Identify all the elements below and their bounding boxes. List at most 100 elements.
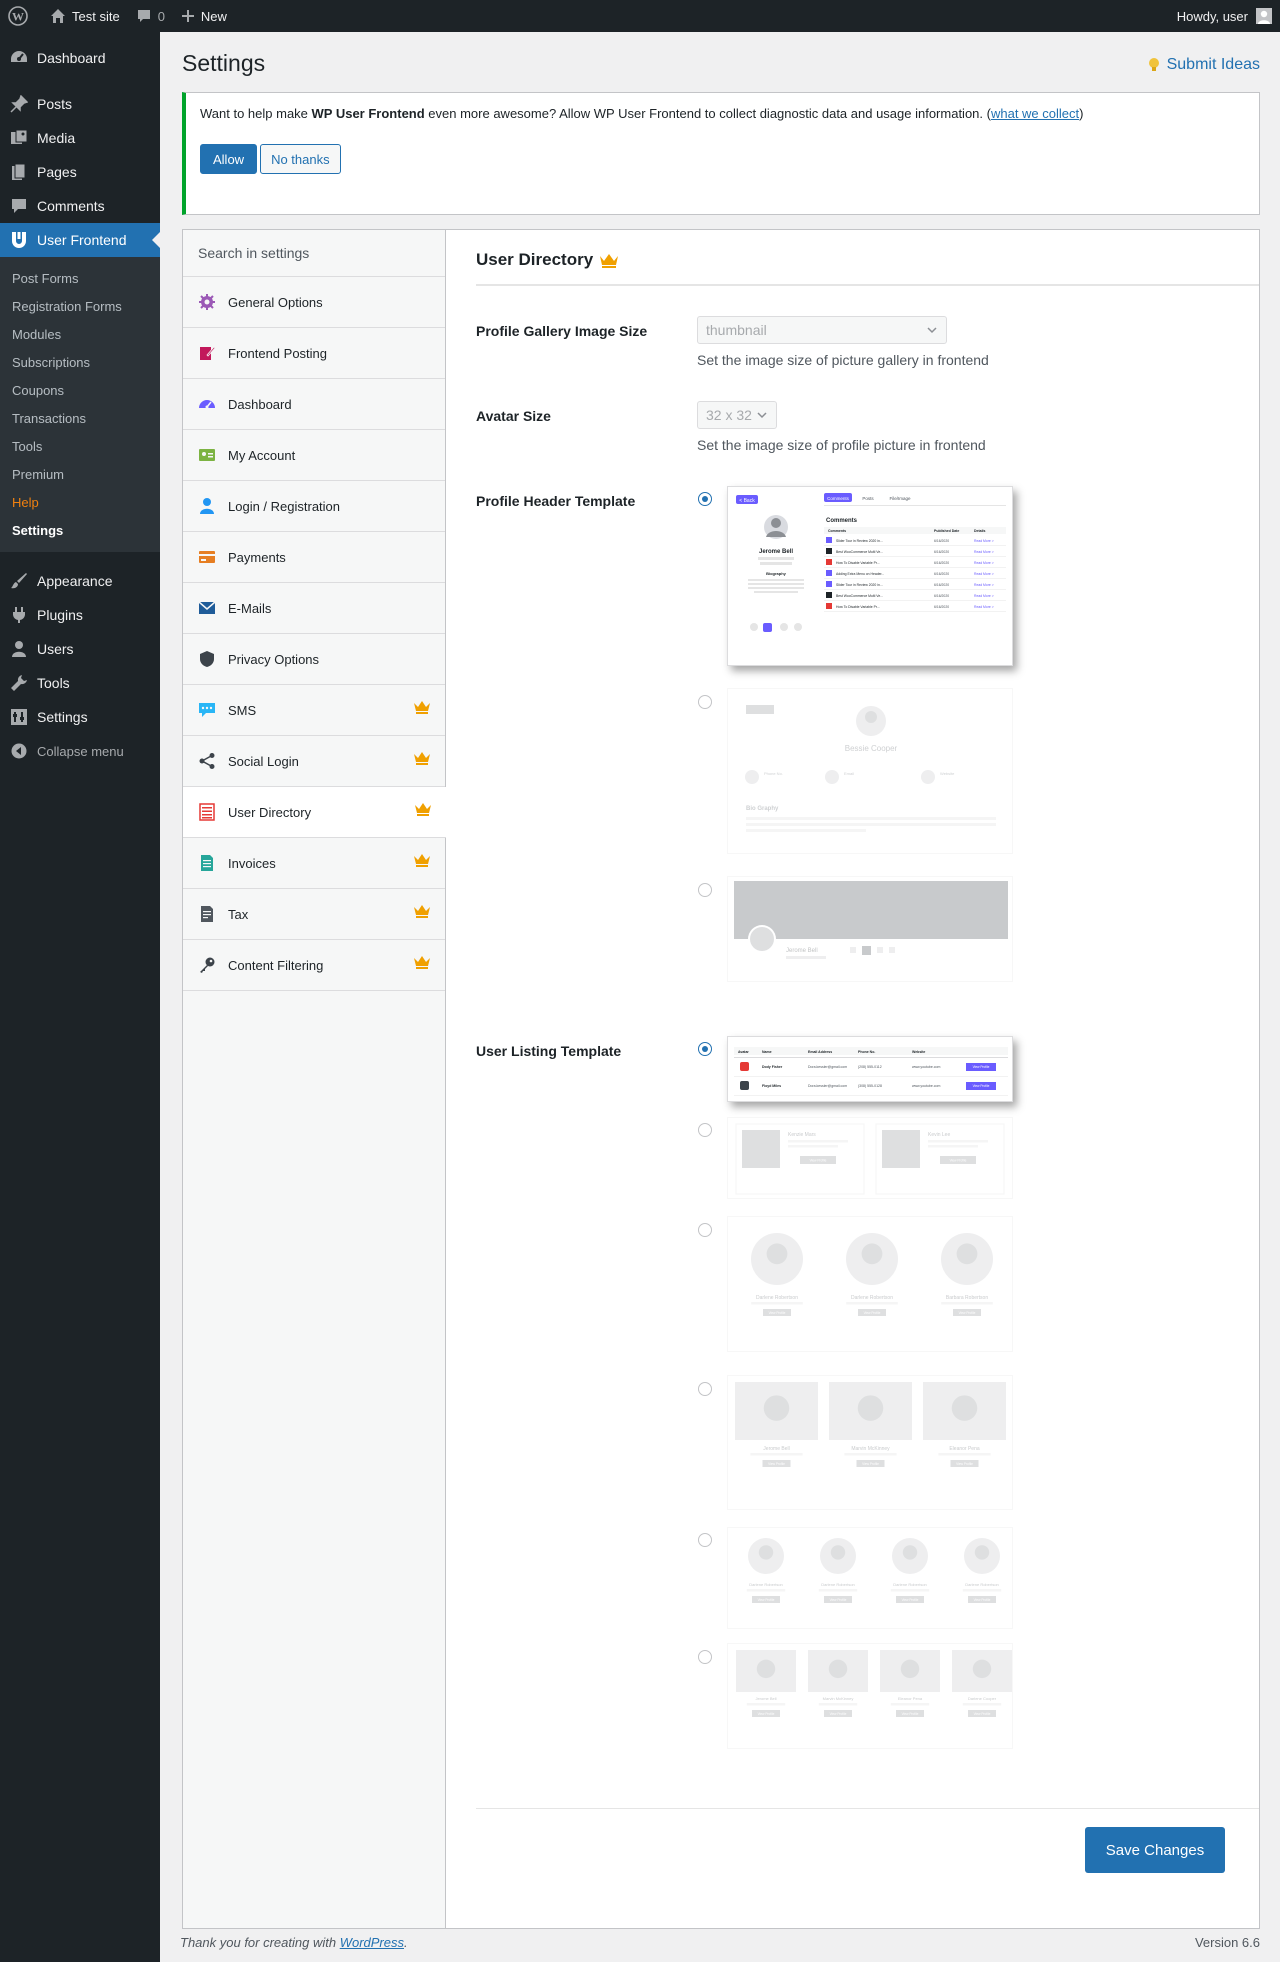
tpl1-col-2: Published Date — [934, 529, 959, 533]
listing-template-1-radio[interactable] — [698, 1042, 712, 1056]
list1-col-header: Website — [912, 1050, 925, 1054]
profile-template-3-radio[interactable] — [698, 883, 712, 897]
wordpress-logo-button[interactable]: W — [0, 0, 42, 32]
settings-nav-item-sms[interactable]: SMS — [183, 685, 445, 736]
menu-comments[interactable]: Comments — [0, 189, 160, 223]
profile-template-2[interactable]: Bessie Cooper Phone No. Email Website Bi… — [727, 688, 1013, 854]
site-name-link[interactable]: Test site — [42, 0, 128, 32]
submenu-modules[interactable]: Modules — [0, 320, 160, 348]
settings-search-input[interactable]: Search in settings — [183, 230, 445, 277]
menu-user-frontend[interactable]: User Frontend — [0, 223, 160, 257]
tpl1-row-date: 6/16/2020 — [934, 539, 949, 543]
listing-template-1[interactable]: Avatar Name Email Address Phone No. Website … — [727, 1036, 1013, 1102]
invoice-icon — [198, 854, 216, 872]
submenu-post-forms[interactable]: Post Forms — [0, 264, 160, 292]
tpl2-bio: Bio Graphy — [746, 806, 779, 812]
listing-template-2-radio[interactable] — [698, 1123, 712, 1137]
settings-nav-item-dashboard[interactable]: Dashboard — [183, 379, 445, 430]
row-thumb — [826, 581, 832, 587]
collapse-icon — [9, 741, 29, 761]
listing-template-4-radio[interactable] — [698, 1382, 712, 1396]
settings-nav-item-e-mails[interactable]: E-Mails — [183, 583, 445, 634]
settings-nav-item-login-registration[interactable]: Login / Registration — [183, 481, 445, 532]
footer-thanks-before: Thank you for creating with — [180, 1935, 340, 1950]
submenu-help[interactable]: Help — [0, 488, 160, 516]
settings-nav-item-social-login[interactable]: Social Login — [183, 736, 445, 787]
settings-nav-item-privacy-options[interactable]: Privacy Options — [183, 634, 445, 685]
settings-nav-item-frontend-posting[interactable]: Frontend Posting — [183, 328, 445, 379]
menu-users[interactable]: Users — [0, 632, 160, 666]
menu-label: Comments — [37, 198, 105, 214]
settings-nav-item-my-account[interactable]: My Account — [183, 430, 445, 481]
notice-text-before: Want to help make — [200, 106, 312, 121]
my-account-link[interactable]: Howdy, user — [1177, 8, 1280, 24]
menu-appearance[interactable]: Appearance — [0, 564, 160, 598]
plus-icon — [181, 10, 194, 22]
list1-avatar — [740, 1062, 749, 1071]
comments-link[interactable]: 0 — [128, 0, 173, 32]
menu-label: User Frontend — [37, 232, 127, 248]
card-subtext — [928, 1145, 978, 1148]
card-name: Jerome Bell — [763, 1446, 789, 1452]
save-changes-button[interactable]: Save Changes — [1085, 1827, 1225, 1873]
wordpress-link[interactable]: WordPress — [340, 1935, 404, 1950]
listing-template-6-radio[interactable] — [698, 1650, 712, 1664]
listing-template-3[interactable]: Darlene Robertson View Profile Darlene Rob… — [727, 1216, 1013, 1352]
menu-tools[interactable]: Tools — [0, 666, 160, 700]
card-name: Darlene Robertson — [749, 1582, 783, 1587]
list1-phone: (208) 555-0112 — [858, 1065, 882, 1069]
card-view-profile-label: View Profile — [974, 1598, 991, 1602]
settings-nav-label: General Options — [228, 294, 323, 310]
submenu-tools[interactable]: Tools — [0, 432, 160, 460]
profile-template-3[interactable]: Jerome Bell — [727, 876, 1013, 982]
tax-doc-icon — [198, 905, 216, 923]
listing-template-5[interactable]: Darlene Robertson View Profile Darlene Rob… — [727, 1527, 1013, 1629]
submenu-subscriptions[interactable]: Subscriptions — [0, 348, 160, 376]
collapse-menu-button[interactable]: Collapse menu — [0, 734, 160, 768]
submenu-transactions[interactable]: Transactions — [0, 404, 160, 432]
menu-label: Pages — [37, 164, 77, 180]
menu-settings[interactable]: Settings — [0, 700, 160, 734]
submenu-settings[interactable]: Settings — [0, 516, 160, 544]
list1-avatar — [740, 1081, 749, 1090]
new-content-link[interactable]: New — [173, 0, 235, 32]
row-divider — [824, 545, 1006, 546]
avatar-size-select[interactable]: 32 x 32 — [697, 401, 777, 429]
submenu-coupons[interactable]: Coupons — [0, 376, 160, 404]
listing-template-2[interactable]: Kenzie Mars View Profile Kevin Lee View Pro… — [727, 1117, 1013, 1199]
listing-template-5-radio[interactable] — [698, 1533, 712, 1547]
settings-nav-item-user-directory[interactable]: User Directory — [183, 787, 446, 838]
settings-nav-item-general-options[interactable]: General Options — [183, 277, 445, 328]
settings-nav-item-content-filtering[interactable]: Content Filtering — [183, 940, 445, 991]
menu-plugins[interactable]: Plugins — [0, 598, 160, 632]
listing-template-3-radio[interactable] — [698, 1223, 712, 1237]
menu-pages[interactable]: Pages — [0, 155, 160, 189]
listing-template-4[interactable]: Jerome Bell View Profile Marvin McKinney Vi… — [727, 1375, 1013, 1510]
profile-template-1-radio[interactable] — [698, 492, 712, 506]
menu-posts[interactable]: Posts — [0, 87, 160, 121]
list1-view-profile-label: View Profile — [973, 1065, 990, 1069]
profile-template-1[interactable]: < Back Jerome Bell Biography Comments Po… — [727, 486, 1013, 666]
submit-ideas-link[interactable]: Submit Ideas — [1147, 56, 1260, 74]
allow-button[interactable]: Allow — [200, 144, 258, 174]
no-thanks-button[interactable]: No thanks — [260, 144, 341, 174]
row-thumb — [826, 548, 832, 554]
panel-footer-divider — [476, 1808, 1259, 1809]
submenu-premium[interactable]: Premium — [0, 460, 160, 488]
gear-icon — [198, 293, 216, 311]
settings-nav-item-payments[interactable]: Payments — [183, 532, 445, 583]
menu-dashboard[interactable]: Dashboard — [0, 41, 160, 75]
profile-template-2-radio[interactable] — [698, 695, 712, 709]
gallery-size-select[interactable]: thumbnail — [697, 316, 947, 344]
users-icon — [9, 639, 29, 659]
settings-nav-item-invoices[interactable]: Invoices — [183, 838, 445, 889]
submenu-registration-forms[interactable]: Registration Forms — [0, 292, 160, 320]
what-we-collect-link[interactable]: what we collect — [991, 106, 1079, 121]
tracking-notice: Want to help make WP User Frontend even … — [182, 92, 1260, 215]
card-subtext — [844, 1453, 897, 1456]
tpl1-col-1: Comments — [828, 529, 846, 533]
menu-media[interactable]: Media — [0, 121, 160, 155]
tpl2-name: Bessie Cooper — [845, 744, 898, 753]
listing-template-6[interactable]: Jerome Bell View Profile Marvin McKinney Vi… — [727, 1643, 1013, 1749]
settings-nav-item-tax[interactable]: Tax — [183, 889, 445, 940]
